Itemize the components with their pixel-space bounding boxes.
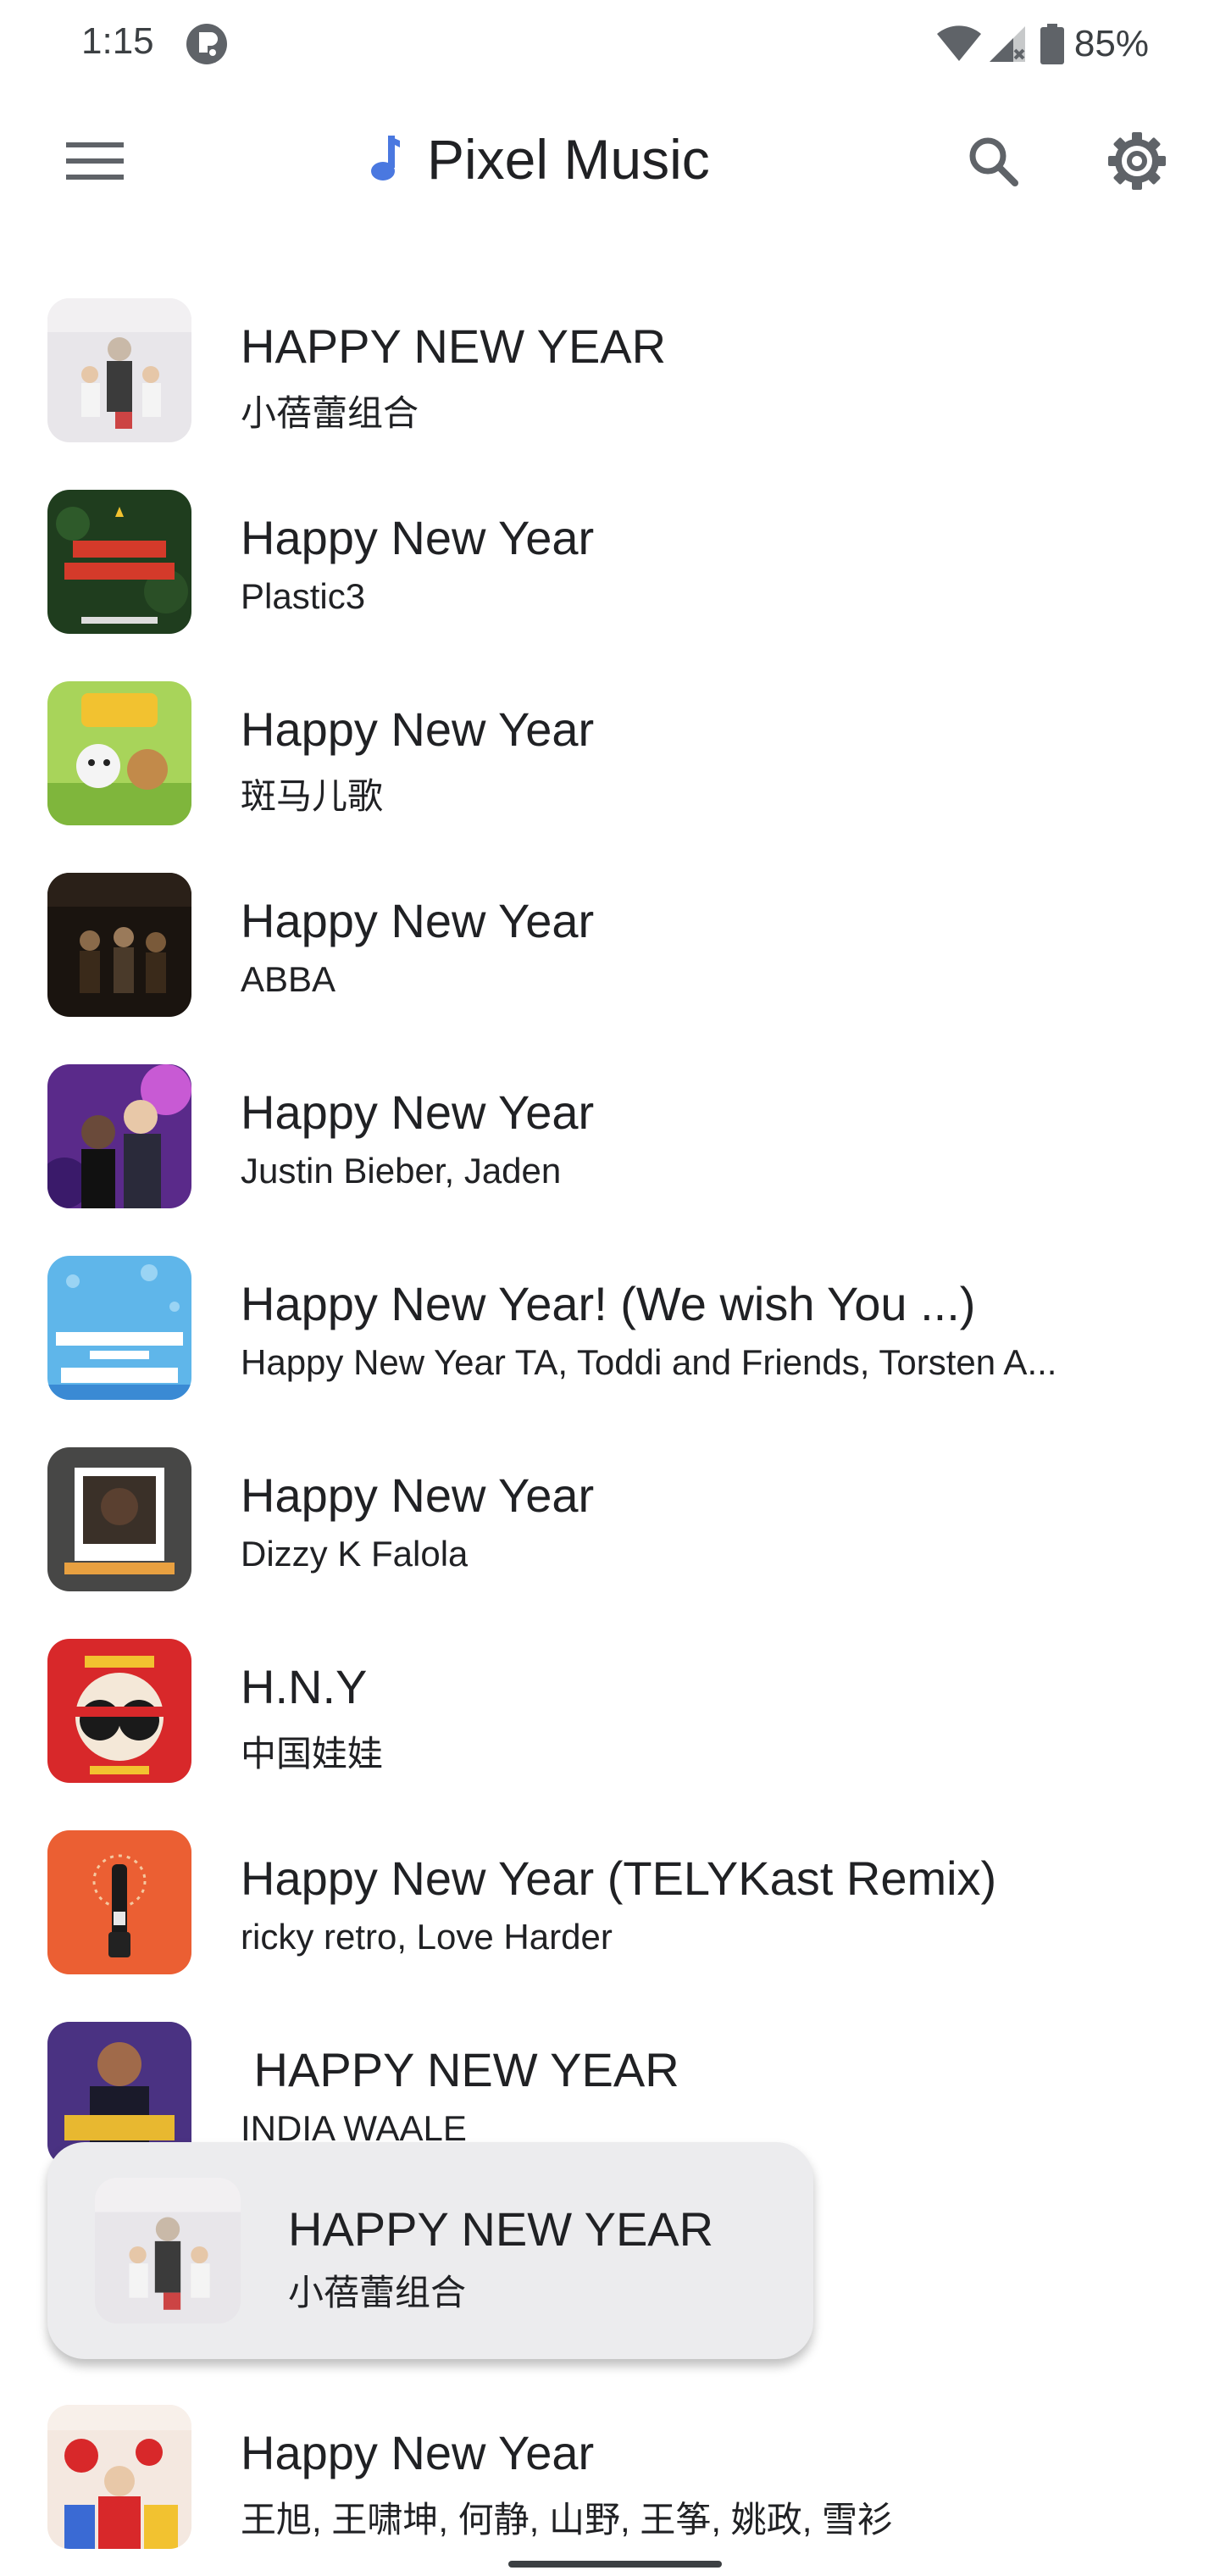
album-art [47, 1830, 191, 1974]
song-artist: 中国娃娃 [241, 1734, 384, 1774]
song-item[interactable]: HAPPY NEW YEAR 小蓓蕾组合 [0, 280, 1220, 471]
song-artist: 斑马儿歌 [241, 776, 384, 816]
song-item[interactable]: Happy New Year Justin Bieber, Jaden [0, 1046, 1220, 1237]
search-icon [966, 134, 1020, 192]
song-title: Happy New Year! (We wish You ...) [241, 1277, 976, 1330]
song-artist: Dizzy K Falola [241, 1534, 469, 1574]
song-item[interactable]: Happy New Year! (We wish You ...) Happy … [0, 1237, 1220, 1429]
menu-icon [66, 141, 124, 186]
status-time: 1:15 [81, 20, 154, 62]
album-art [47, 1639, 191, 1783]
album-art [47, 2405, 191, 2549]
song-item[interactable]: H.N.Y 中国娃娃 [0, 1620, 1220, 1812]
song-artist: 王旭, 王啸坤, 何静, 山野, 王筝, 姚政, 雪衫 [241, 2500, 894, 2540]
song-title: Happy New Year [241, 1468, 595, 1522]
status-bar: 1:15 85% [0, 0, 1220, 88]
song-item[interactable]: Happy New Year Plastic3 [0, 471, 1220, 663]
gesture-navigation-bar[interactable] [508, 2561, 722, 2568]
song-title: Happy New Year (TELYKast Remix) [241, 1852, 997, 1905]
album-art [47, 490, 191, 634]
settings-icon [1106, 130, 1167, 196]
song-artist: ABBA [241, 959, 336, 999]
album-art [47, 873, 191, 1017]
music-note-icon [364, 132, 402, 187]
app-notification-icon [185, 22, 229, 66]
song-title: Happy New Year [241, 894, 595, 947]
song-title: Happy New Year [241, 1085, 595, 1139]
signal-icon [988, 25, 1027, 64]
album-art [47, 298, 191, 442]
song-item[interactable]: Happy New Year 斑马儿歌 [0, 663, 1220, 854]
album-art [47, 1064, 191, 1208]
song-title: Happy New Year [241, 511, 595, 564]
song-title: HAPPY NEW YEAR [241, 2043, 679, 2096]
song-item[interactable]: Happy New Year (TELYKast Remix) ricky re… [0, 1812, 1220, 2003]
now-playing-album-art [95, 2178, 241, 2323]
song-title: H.N.Y [241, 1660, 368, 1713]
album-art [47, 1447, 191, 1591]
song-artist: Justin Bieber, Jaden [241, 1151, 562, 1191]
settings-button[interactable] [1093, 119, 1181, 207]
app-bar: Pixel Music [0, 88, 1220, 224]
song-title: HAPPY NEW YEAR [241, 319, 667, 373]
now-playing-title: HAPPY NEW YEAR [288, 2202, 714, 2256]
song-artist: ricky retro, Love Harder [241, 1917, 613, 1957]
status-icons: 85% [935, 19, 1149, 69]
search-button[interactable] [949, 119, 1037, 207]
song-item[interactable]: Happy New Year ABBA [0, 854, 1220, 1046]
song-item[interactable]: Happy New Year Dizzy K Falola [0, 1429, 1220, 1620]
battery-icon [1040, 24, 1064, 64]
now-playing-bar[interactable]: HAPPY NEW YEAR 小蓓蕾组合 [47, 2142, 813, 2359]
app-title-group: Pixel Music [364, 119, 710, 200]
now-playing-artist: 小蓓蕾组合 [288, 2273, 467, 2312]
album-art [47, 681, 191, 825]
wifi-icon [935, 25, 983, 63]
song-title: Happy New Year [241, 702, 595, 756]
song-artist: 小蓓蕾组合 [241, 393, 419, 433]
song-title: Happy New Year [241, 2426, 595, 2479]
menu-button[interactable] [54, 122, 136, 203]
app-title: Pixel Music [427, 128, 710, 191]
song-item[interactable]: Happy New Year 王旭, 王啸坤, 何静, 山野, 王筝, 姚政, … [0, 2386, 1220, 2576]
battery-percent: 85% [1073, 23, 1149, 64]
album-art [47, 1256, 191, 1400]
song-artist: Happy New Year TA, Toddi and Friends, To… [241, 1342, 1057, 1382]
song-artist: Plastic3 [241, 576, 366, 616]
